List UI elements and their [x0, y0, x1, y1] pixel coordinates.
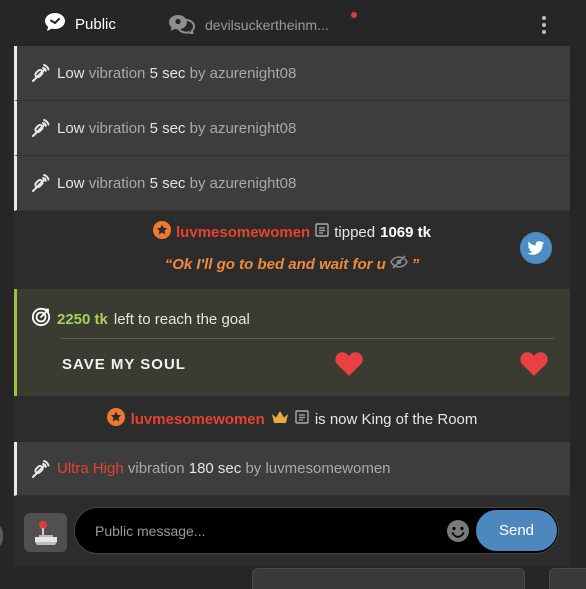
toy-icon	[31, 118, 51, 138]
toy-icon	[31, 459, 51, 479]
vibration-duration: 5 sec	[149, 174, 186, 192]
tip-note-text: “Ok I'll go to bed and wait for u	[164, 255, 386, 273]
vibration-duration: 180 sec	[188, 460, 242, 477]
tipper-username[interactable]: luvmesomewomen	[176, 224, 310, 241]
heart-icon	[335, 351, 363, 382]
bottom-tray	[252, 568, 525, 589]
king-message: luvmesomewomen is now King of the Room	[14, 396, 570, 442]
send-button[interactable]: Send	[476, 510, 557, 551]
tip-action: tipped	[334, 223, 376, 241]
goal-card: 2250 tk left to reach the goal SAVE MY S…	[14, 289, 570, 396]
vibration-word: vibration	[88, 64, 146, 82]
king-username[interactable]: luvmesomewomen	[131, 411, 265, 428]
vibration-word: vibration	[88, 119, 146, 137]
vibration-user[interactable]: luvmesomewomen	[265, 460, 390, 477]
vibration-user[interactable]: azurenight08	[210, 65, 297, 82]
vibration-level: Low	[57, 174, 85, 192]
more-menu-button[interactable]	[532, 12, 556, 38]
vibration-duration: 5 sec	[149, 119, 186, 137]
message-composer: Send	[14, 496, 570, 566]
tip-line: luvmesomewomen tipped 1069 tk	[14, 221, 570, 243]
tab-private-message[interactable]: devilsuckertheinm...	[168, 0, 329, 50]
vibration-user[interactable]: azurenight08	[210, 175, 297, 192]
emoji-icon[interactable]	[446, 519, 470, 543]
joystick-icon	[34, 520, 57, 545]
king-text: is now King of the Room	[314, 410, 478, 428]
tip-amount: 1069 tk	[380, 223, 431, 241]
vibration-word: vibration	[88, 174, 146, 192]
goal-text: left to reach the goal	[113, 310, 250, 328]
toy-icon	[31, 63, 51, 83]
chat-bubbles-icon	[168, 14, 196, 37]
tab-pm-label: devilsuckertheinm...	[205, 17, 329, 33]
vibration-message: Low vibration 5 sec by azurenight08	[14, 156, 570, 211]
vibration-message: Ultra High vibration 180 sec by luvmesom…	[14, 442, 570, 496]
twitter-icon	[527, 240, 545, 255]
hidden-eye-icon	[389, 255, 408, 273]
vibration-message: Low vibration 5 sec by azurenight08	[14, 101, 570, 156]
vibration-word: vibration	[127, 460, 185, 477]
profile-card-icon[interactable]	[315, 223, 329, 241]
target-icon	[31, 307, 51, 331]
vibration-duration: 5 sec	[149, 64, 186, 82]
heart-icon	[520, 351, 548, 382]
chat-page: Public devilsuckertheinm... Low vibratio…	[0, 0, 586, 589]
star-badge-icon	[106, 408, 125, 430]
chat-bubble-icon	[44, 12, 66, 36]
toy-icon	[31, 173, 51, 193]
chat-tabs: Public devilsuckertheinm...	[14, 0, 570, 50]
tab-public-label: Public	[75, 15, 116, 33]
vibration-level: Ultra High	[57, 460, 124, 477]
profile-card-icon[interactable]	[295, 410, 309, 428]
vibration-message: Low vibration 5 sec by azurenight08	[14, 46, 570, 101]
notification-dot	[351, 12, 357, 18]
vibration-by: by	[189, 64, 206, 82]
public-message-input[interactable]	[95, 518, 435, 544]
crown-icon	[271, 410, 289, 428]
vibration-level: Low	[57, 64, 85, 82]
goal-title: SAVE MY SOUL	[62, 356, 186, 373]
message-input-wrapper: Send	[74, 507, 559, 554]
vibration-by: by	[189, 119, 206, 137]
vibration-by: by	[245, 460, 262, 477]
chat-panel: Public devilsuckertheinm... Low vibratio…	[14, 0, 570, 566]
goal-divider	[61, 338, 554, 339]
vibration-by: by	[189, 174, 206, 192]
goal-remaining-amount: 2250 tk	[57, 310, 108, 328]
twitter-share-button[interactable]	[520, 232, 552, 264]
vibration-user[interactable]: azurenight08	[210, 120, 297, 137]
tip-message: luvmesomewomen tipped 1069 tk “Ok I'll g…	[14, 211, 570, 289]
side-handle[interactable]	[0, 522, 3, 550]
tip-note: “Ok I'll go to bed and wait for u ”	[14, 255, 570, 273]
bottom-tray-right	[549, 568, 586, 589]
toy-control-button[interactable]	[24, 513, 67, 552]
star-badge-icon	[153, 221, 172, 243]
tip-note-end: ”	[411, 255, 420, 273]
tab-public[interactable]: Public	[14, 0, 138, 50]
goal-progress-line: 2250 tk left to reach the goal	[31, 307, 250, 331]
vibration-level: Low	[57, 119, 85, 137]
